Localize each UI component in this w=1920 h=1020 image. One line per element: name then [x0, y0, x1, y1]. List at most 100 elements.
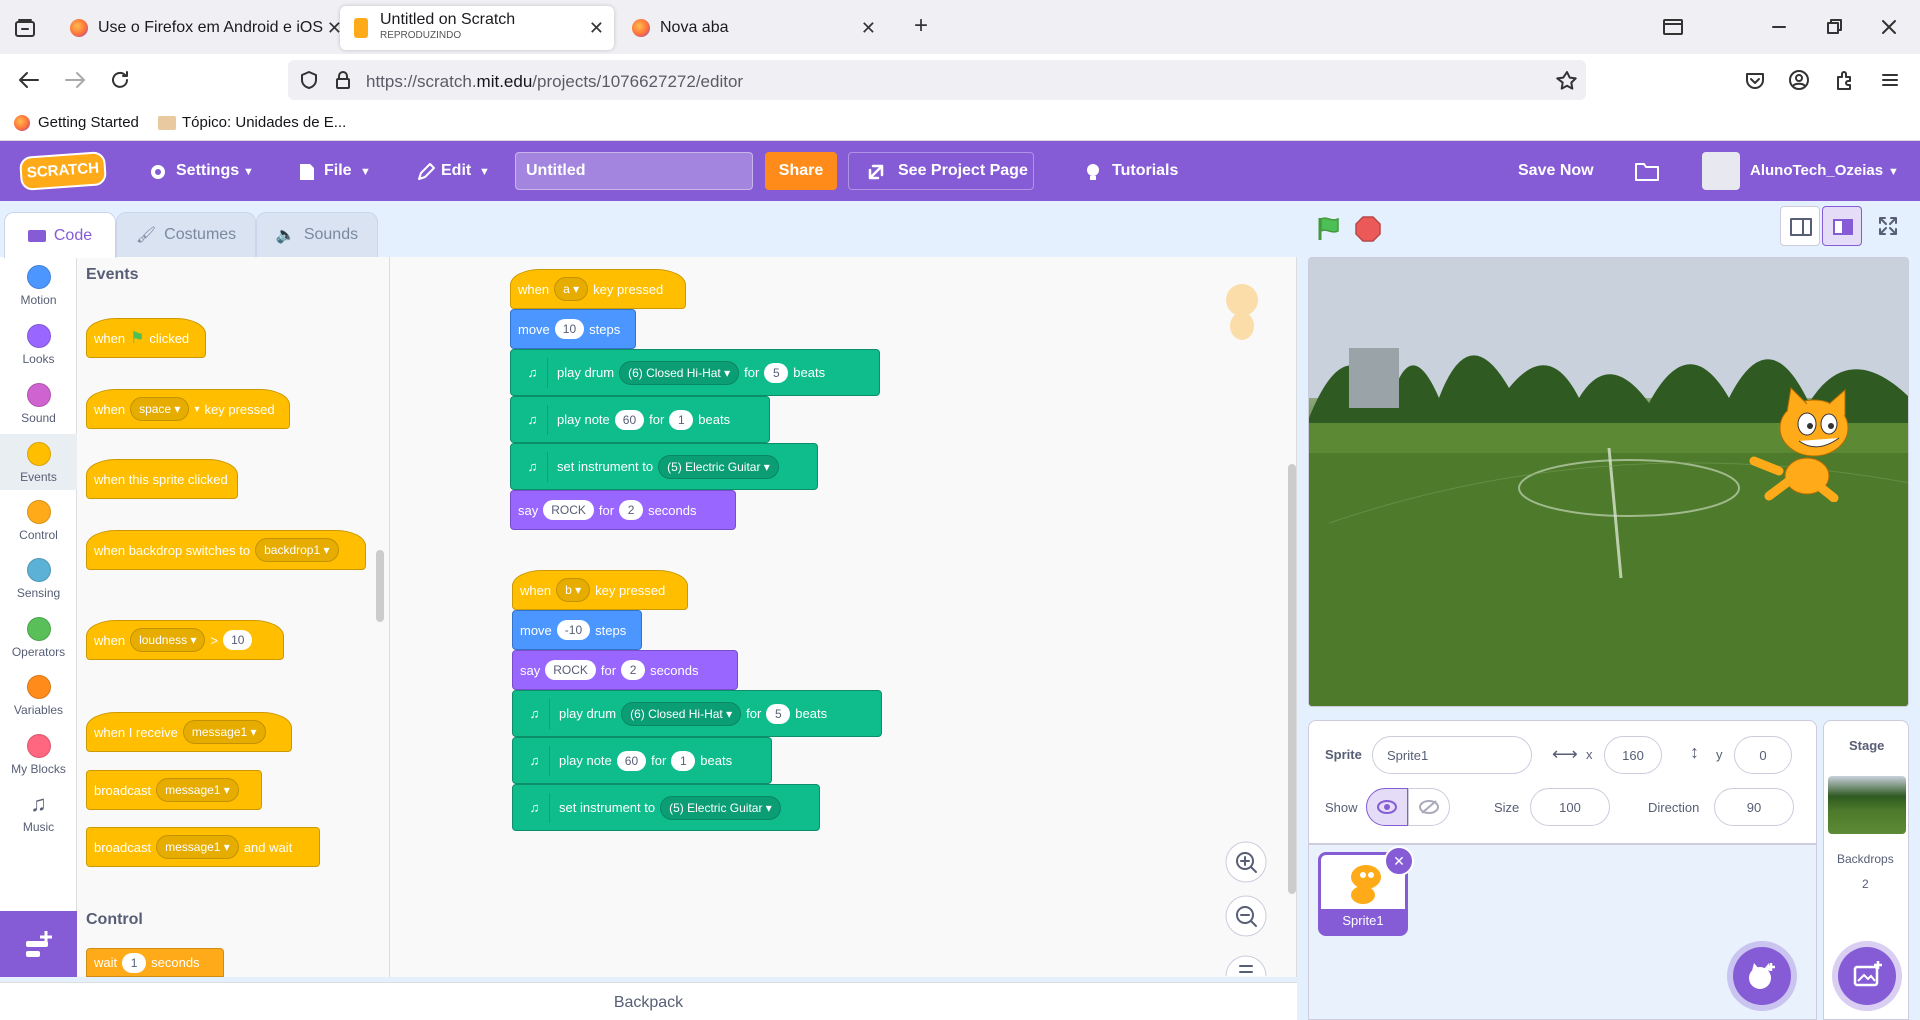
backpack-panel[interactable]: Backpack — [0, 982, 1297, 1020]
save-now-button[interactable]: Save Now — [1518, 162, 1594, 180]
script1-hat-when-key[interactable]: when a ▾ key pressed — [510, 269, 686, 309]
tab-scratch[interactable]: Untitled on Scratch REPRODUZINDO ✕ — [340, 6, 614, 50]
category-sensing[interactable]: Sensing — [0, 558, 77, 600]
sprite-y-input[interactable]: 0 — [1734, 736, 1792, 774]
script1-set-instrument[interactable]: ♫ set instrument to (5) Electric Guitar ▾ — [510, 443, 818, 490]
account-icon[interactable] — [1788, 69, 1810, 91]
choose-sprite-button[interactable] — [1733, 947, 1791, 1005]
new-tab-icon[interactable]: + — [914, 12, 928, 40]
block-broadcast[interactable]: broadcast message1 ▾ — [86, 770, 262, 810]
pocket-icon[interactable] — [1744, 70, 1766, 90]
username[interactable]: AlunoTech_Ozeias — [1750, 162, 1883, 179]
close-window-icon[interactable] — [1880, 18, 1898, 36]
tab-costumes[interactable]: 🖌 Costumes — [116, 212, 256, 257]
small-stage-button[interactable] — [1780, 206, 1820, 246]
block-broadcast-and-wait[interactable]: broadcast message1 ▾ and wait — [86, 827, 320, 867]
url-text[interactable]: https://scratch.mit.edu/projects/1076627… — [366, 72, 743, 92]
tab-new-tab[interactable]: Nova aba ✕ — [618, 6, 886, 50]
backdrop-thumbnail[interactable] — [1828, 776, 1906, 834]
category-motion[interactable]: Motion — [0, 265, 77, 307]
block-when-backdrop-switches[interactable]: when backdrop switches to backdrop1 ▾ — [86, 530, 366, 570]
show-hidden-button[interactable] — [1408, 788, 1450, 826]
avatar[interactable] — [1702, 152, 1740, 190]
bookmark-topico[interactable]: Tópico: Unidades de E... — [158, 114, 346, 131]
stage-canvas[interactable] — [1308, 257, 1909, 707]
settings-menu[interactable]: Settings — [176, 162, 239, 180]
brush-icon: 🖌 — [135, 227, 157, 244]
restore-icon[interactable] — [1825, 18, 1843, 36]
music-note-icon: ♫ — [30, 791, 47, 816]
category-looks[interactable]: Looks — [0, 324, 77, 366]
fullscreen-button[interactable] — [1868, 206, 1908, 246]
green-flag-icon[interactable] — [1314, 214, 1342, 242]
sprite-size-input[interactable]: 100 — [1530, 788, 1610, 826]
extensions-icon[interactable] — [1834, 69, 1856, 91]
script2-say[interactable]: say ROCK for 2 seconds — [512, 650, 738, 690]
app-menu-icon[interactable] — [1880, 70, 1900, 90]
bookmark-star-icon[interactable] — [1556, 70, 1578, 90]
shield-icon[interactable] — [300, 70, 318, 90]
category-control[interactable]: Control — [0, 500, 77, 542]
category-my-blocks[interactable]: My Blocks — [0, 734, 77, 776]
project-title-input[interactable]: Untitled — [515, 152, 753, 190]
script1-move[interactable]: move 10 steps — [510, 309, 636, 349]
pip-window-icon[interactable] — [1662, 18, 1684, 36]
script1-say[interactable]: say ROCK for 2 seconds — [510, 490, 736, 530]
block-when-flag-clicked[interactable]: when ⚑ clicked — [86, 318, 206, 358]
category-variables[interactable]: Variables — [0, 675, 77, 717]
stop-icon[interactable] — [1354, 215, 1382, 243]
block-when-loudness[interactable]: when loudness ▾ > 10 — [86, 620, 284, 660]
large-stage-button[interactable] — [1822, 206, 1862, 246]
firefox-icon — [70, 19, 88, 37]
script2-play-drum[interactable]: ♫ play drum (6) Closed Hi-Hat ▾ for 5 beats — [512, 690, 882, 737]
choose-backdrop-button[interactable] — [1838, 947, 1896, 1005]
block-wait[interactable]: wait 1 seconds — [86, 948, 224, 977]
add-extension-button[interactable] — [0, 911, 77, 977]
script1-play-note[interactable]: ♫ play note 60 for 1 beats — [510, 396, 770, 443]
tab-firefox-mobile[interactable]: Use o Firefox em Android e iOS ✕ — [56, 6, 352, 50]
back-icon[interactable] — [18, 70, 40, 90]
tab-code[interactable]: Code — [4, 212, 116, 258]
add-extension-icon — [26, 931, 52, 957]
file-menu[interactable]: File — [324, 162, 352, 180]
tab-list-icon[interactable] — [14, 18, 36, 38]
close-tab-icon[interactable]: ✕ — [589, 18, 604, 39]
reload-icon[interactable] — [110, 70, 130, 90]
category-sound[interactable]: Sound — [0, 383, 77, 425]
script2-play-note[interactable]: ♫ play note 60 for 1 beats — [512, 737, 772, 784]
palette-scrollbar[interactable] — [376, 550, 384, 622]
folder-icon[interactable] — [1634, 160, 1660, 182]
show-visible-button[interactable] — [1366, 788, 1408, 826]
edit-menu[interactable]: Edit — [441, 162, 471, 180]
block-when-key-pressed[interactable]: when space ▾ ▾ key pressed — [86, 389, 290, 429]
sprite-direction-input[interactable]: 90 — [1714, 788, 1794, 826]
zoom-out-icon[interactable] — [1224, 894, 1268, 938]
script2-set-instrument[interactable]: ♫ set instrument to (5) Electric Guitar ▾ — [512, 784, 820, 831]
workspace-scrollbar[interactable] — [1288, 464, 1296, 894]
script2-hat-when-key[interactable]: when b ▾ key pressed — [512, 570, 688, 610]
zoom-in-icon[interactable] — [1224, 840, 1268, 884]
music-note-icon: ♫ — [520, 698, 550, 729]
forward-icon[interactable] — [64, 70, 86, 90]
zoom-reset-icon[interactable] — [1224, 948, 1268, 978]
sprite-x-input[interactable]: 160 — [1604, 736, 1662, 774]
music-note-icon: ♫ — [520, 792, 550, 823]
tutorials-button[interactable]: Tutorials — [1112, 162, 1178, 180]
script2-move[interactable]: move -10 steps — [512, 610, 642, 650]
category-events[interactable]: Events — [0, 434, 77, 490]
block-when-i-receive[interactable]: when I receive message1 ▾ — [86, 712, 292, 752]
script1-play-drum[interactable]: ♫ play drum (6) Closed Hi-Hat ▾ for 5 beats — [510, 349, 880, 396]
close-tab-icon[interactable]: ✕ — [861, 18, 876, 39]
lock-icon[interactable] — [334, 70, 352, 90]
share-button[interactable]: Share — [765, 152, 837, 190]
minimize-icon[interactable] — [1770, 18, 1788, 36]
sprite-name-input[interactable]: Sprite1 — [1372, 736, 1532, 774]
tab-sounds[interactable]: 🔈 Sounds — [256, 212, 378, 257]
cat-sprite-icon[interactable] — [1749, 386, 1864, 502]
block-when-sprite-clicked[interactable]: when this sprite clicked — [86, 459, 238, 499]
scratch-logo[interactable]: SCRATCH — [18, 151, 108, 191]
category-operators[interactable]: Operators — [0, 617, 77, 659]
bookmark-getting-started[interactable]: Getting Started — [14, 114, 139, 131]
delete-sprite-icon[interactable]: ✕ — [1384, 846, 1414, 876]
category-music[interactable]: ♫ Music — [0, 791, 77, 835]
